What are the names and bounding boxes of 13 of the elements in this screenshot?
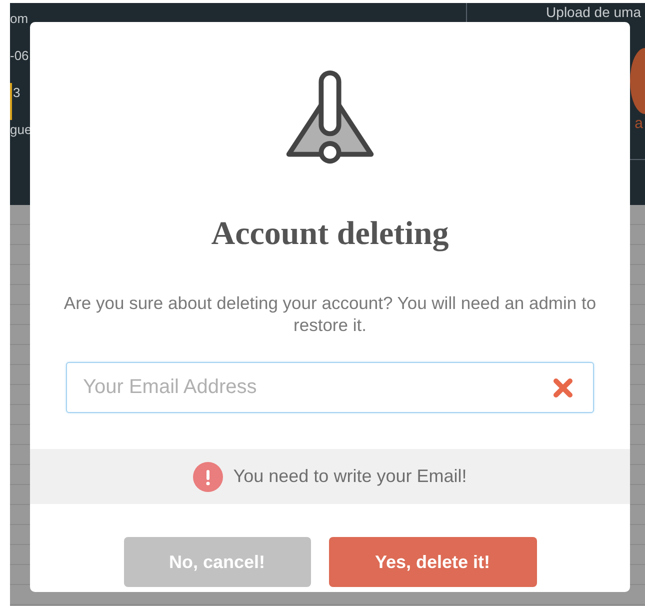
clear-icon[interactable]: [552, 377, 574, 399]
background-text: -06: [10, 47, 30, 65]
upload-label: Upload de uma: [546, 4, 641, 20]
dialog-message: Are you sure about deleting your account? You will need an admin to restore it.: [62, 292, 598, 336]
background-text: gue: [10, 121, 32, 139]
background-text: om: [10, 10, 30, 28]
upload-caption: a: [634, 115, 643, 132]
cancel-button[interactable]: No, cancel!: [124, 537, 310, 587]
error-message: You need to write your Email!: [233, 466, 467, 487]
error-icon: [193, 462, 224, 492]
email-field[interactable]: Your Email Address: [66, 362, 594, 413]
delete-button[interactable]: Yes, delete it!: [328, 537, 536, 587]
dialog-title: Account deleting: [211, 215, 449, 254]
